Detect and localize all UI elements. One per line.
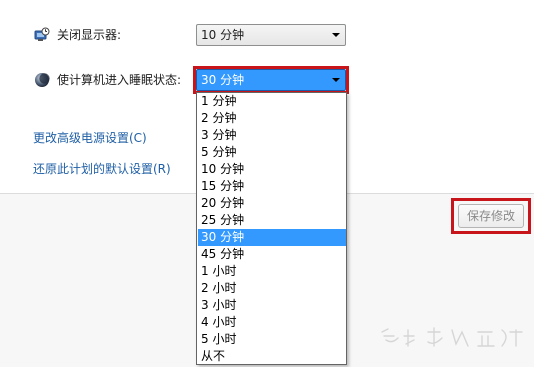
dropdown-option[interactable]: 10 分钟 <box>198 161 346 178</box>
watermark-logo <box>381 327 523 347</box>
dropdown-option[interactable]: 4 小时 <box>198 314 346 331</box>
display-off-label: 关闭显示器: <box>57 28 122 42</box>
dropdown-option[interactable]: 20 分钟 <box>198 195 346 212</box>
dropdown-option[interactable]: 5 分钟 <box>198 144 346 161</box>
dropdown-option[interactable]: 2 分钟 <box>198 110 346 127</box>
display-off-select[interactable]: 10 分钟 <box>196 24 346 46</box>
dropdown-option[interactable]: 25 分钟 <box>198 212 346 229</box>
sleep-value: 30 分钟 <box>201 73 245 87</box>
save-changes-button[interactable]: 保存修改 <box>458 204 524 228</box>
dropdown-option[interactable]: 2 小时 <box>198 280 346 297</box>
advanced-power-settings-link[interactable]: 更改高级电源设置(C) <box>33 130 147 146</box>
dropdown-option[interactable]: 15 分钟 <box>198 178 346 195</box>
dropdown-option[interactable]: 1 小时 <box>198 263 346 280</box>
chevron-down-icon <box>332 78 340 82</box>
display-off-value: 10 分钟 <box>201 28 245 42</box>
dropdown-option[interactable]: 3 小时 <box>198 297 346 314</box>
sleep-label: 使计算机进入睡眠状态: <box>57 73 182 87</box>
chevron-down-icon <box>332 33 340 37</box>
dropdown-option[interactable]: 1 分钟 <box>198 93 346 110</box>
dropdown-option[interactable]: 从不 <box>198 348 346 365</box>
monitor-clock-icon <box>34 27 50 43</box>
dropdown-option[interactable]: 45 分钟 <box>198 246 346 263</box>
dropdown-option[interactable]: 5 小时 <box>198 331 346 348</box>
sleep-options-dropdown: 1 分钟 2 分钟 3 分钟 5 分钟 10 分钟 15 分钟 20 分钟 25… <box>196 92 347 365</box>
moon-sleep-icon <box>34 72 50 88</box>
restore-defaults-link[interactable]: 还原此计划的默认设置(R) <box>33 161 171 177</box>
dropdown-option[interactable]: 3 分钟 <box>198 127 346 144</box>
dropdown-option-selected[interactable]: 30 分钟 <box>198 229 346 246</box>
sleep-select[interactable]: 30 分钟 <box>196 69 346 91</box>
